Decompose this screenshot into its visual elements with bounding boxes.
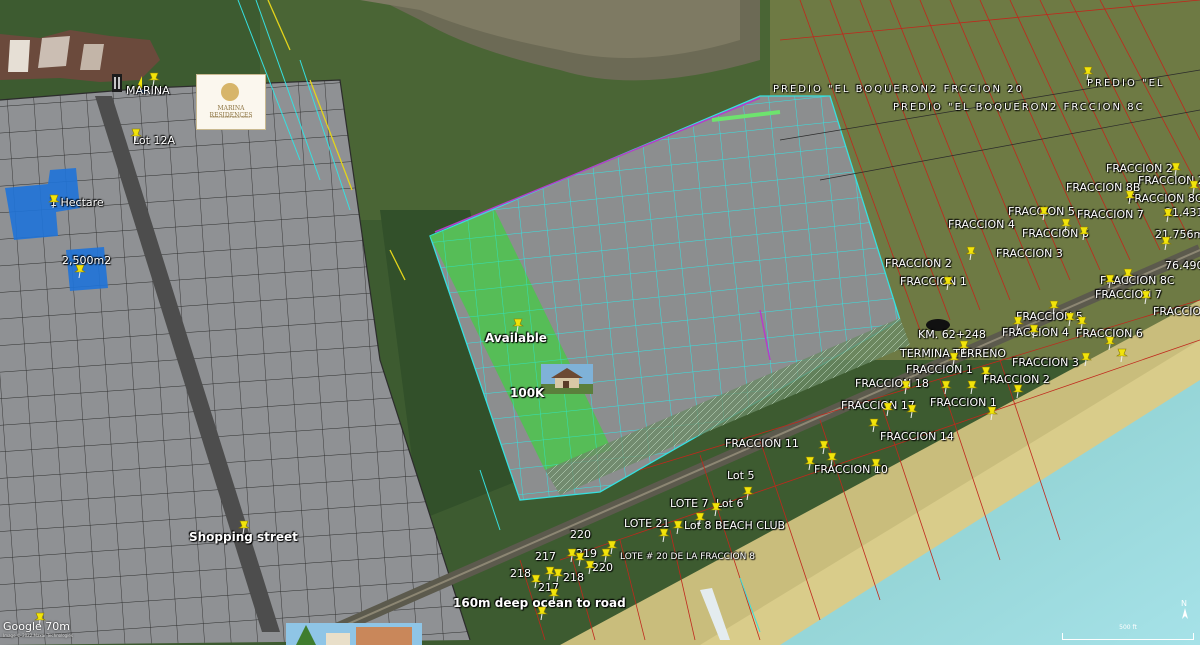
pushpin-icon[interactable]	[74, 264, 86, 278]
pushpin-icon[interactable]	[1162, 208, 1174, 222]
pushpin-icon[interactable]	[1122, 268, 1134, 282]
pushpin-icon[interactable]	[658, 528, 670, 542]
pushpin-icon[interactable]	[552, 568, 564, 582]
pushpin-icon[interactable]	[900, 380, 912, 394]
pushpin-icon[interactable]	[1028, 324, 1040, 338]
pushpin-icon[interactable]	[238, 520, 250, 534]
map-label: 76.490	[1165, 259, 1200, 272]
pushpin-icon[interactable]	[940, 380, 952, 394]
pushpin-icon[interactable]	[672, 520, 684, 534]
map-label: PREDIO "EL	[1087, 78, 1165, 89]
map-label: LOTE # 20 DE LA FRACCION 8	[620, 552, 755, 562]
pushpin-icon[interactable]	[966, 380, 978, 394]
map-label: PREDIO "EL BOQUERON2 FRCCION 20	[773, 84, 1024, 95]
pushpin-icon[interactable]	[965, 246, 977, 260]
pushpin-icon[interactable]	[868, 418, 880, 432]
map-label: KM. 62+248	[918, 328, 986, 341]
pushpin-icon[interactable]	[1012, 316, 1024, 330]
map-label: FRACCION 3	[1012, 356, 1079, 369]
logo-tagline: PUNTA ALLEN GOLD BEACH	[210, 115, 252, 119]
pushpin-icon[interactable]	[1048, 300, 1060, 314]
pushpin-icon[interactable]	[710, 502, 722, 516]
pushpin-icon[interactable]	[130, 128, 142, 142]
pushpin-icon[interactable]	[548, 588, 560, 602]
scale-label: 500 ft	[1119, 624, 1137, 631]
map-label: 217	[535, 550, 556, 563]
pushpin-icon[interactable]	[1124, 190, 1136, 204]
map-label: FRACCION 7	[1077, 208, 1144, 221]
pushpin-icon[interactable]	[826, 452, 838, 466]
pushpin-icon[interactable]	[1060, 218, 1072, 232]
pushpin-icon[interactable]	[1160, 236, 1172, 250]
map-label: 218	[510, 567, 531, 580]
svg-text:N: N	[1181, 599, 1187, 608]
map-label: 2,500m2	[62, 254, 112, 267]
pushpin-icon[interactable]	[986, 406, 998, 420]
elevation-readout: 70m	[45, 620, 71, 633]
pushpin-icon[interactable]	[870, 458, 882, 472]
pushpin-icon[interactable]	[1104, 336, 1116, 350]
pushpin-icon[interactable]	[1038, 206, 1050, 220]
compass-icon[interactable]: N	[1178, 598, 1192, 620]
pushpin-icon[interactable]	[48, 194, 60, 208]
pushpin-icon[interactable]	[1170, 162, 1182, 176]
house-thumbnail[interactable]	[541, 364, 593, 394]
pushpin-icon[interactable]	[1116, 348, 1128, 362]
pushpin-icon[interactable]	[948, 352, 960, 366]
pushpin-icon[interactable]	[906, 404, 918, 418]
pushpin-icon[interactable]	[148, 72, 160, 86]
pushpin-icon[interactable]	[804, 456, 816, 470]
scale-bar: 500 ft	[1062, 624, 1194, 640]
pushpin-icon[interactable]	[1104, 274, 1116, 288]
pushpin-icon[interactable]	[942, 276, 954, 290]
pushpin-icon[interactable]	[1188, 180, 1200, 194]
map-label: FRACCION 17	[841, 399, 915, 412]
map-label: FRACCION 11	[725, 437, 799, 450]
pushpin-icon[interactable]	[1140, 290, 1152, 304]
map-label: PREDIO "EL BOQUERON2 FRCCION 8C	[893, 102, 1145, 113]
imagery-credit: Image © 2022 Maxar Technologies	[3, 633, 73, 638]
pushpin-icon[interactable]	[882, 402, 894, 416]
pushpin-icon[interactable]	[742, 486, 754, 500]
map-label: Lot 5	[727, 469, 755, 482]
pushpin-icon[interactable]	[512, 318, 524, 332]
pushpin-icon[interactable]	[980, 366, 992, 380]
map-label: FRACCION 1	[900, 275, 967, 288]
map-label: FRACCION	[1153, 305, 1200, 318]
map-label: 218	[563, 571, 584, 584]
google-brand: Google	[3, 620, 42, 633]
map-label: Available	[485, 331, 547, 345]
pushpin-icon[interactable]	[584, 560, 596, 574]
map-label: 100K	[510, 386, 545, 400]
map-label: FRACCION 14	[880, 430, 954, 443]
map-label: 220	[570, 528, 591, 541]
pushpin-icon[interactable]	[1082, 66, 1094, 80]
logo-mark	[221, 83, 239, 101]
pushpin-icon[interactable]	[1012, 384, 1024, 398]
pushpin-icon[interactable]	[1078, 226, 1090, 240]
pushpin-icon[interactable]	[1080, 352, 1092, 366]
pushpin-icon[interactable]	[536, 606, 548, 620]
map-label: FRACCION 1	[906, 363, 973, 376]
map-label: FRACCION 18	[855, 377, 929, 390]
google-attribution: Google 70m Image © 2022 Maxar Technologi…	[3, 620, 73, 638]
map-label: FRACCION 2	[885, 257, 952, 270]
map-label: FRACCION 3	[996, 247, 1063, 260]
house-thumbnail-bottom[interactable]	[286, 623, 422, 645]
map-label: FRACCION 4	[948, 218, 1015, 231]
pushpin-icon[interactable]	[530, 574, 542, 588]
pushpin-icon[interactable]	[606, 540, 618, 554]
map-label: LOTE 7	[670, 497, 709, 510]
pushpin-icon[interactable]	[694, 512, 706, 526]
pushpin-icon[interactable]	[1076, 316, 1088, 330]
pushpin-icon[interactable]	[1064, 312, 1076, 326]
marina-residences-logo[interactable]: MARINA RESIDENCES PUNTA ALLEN GOLD BEACH	[196, 74, 266, 130]
